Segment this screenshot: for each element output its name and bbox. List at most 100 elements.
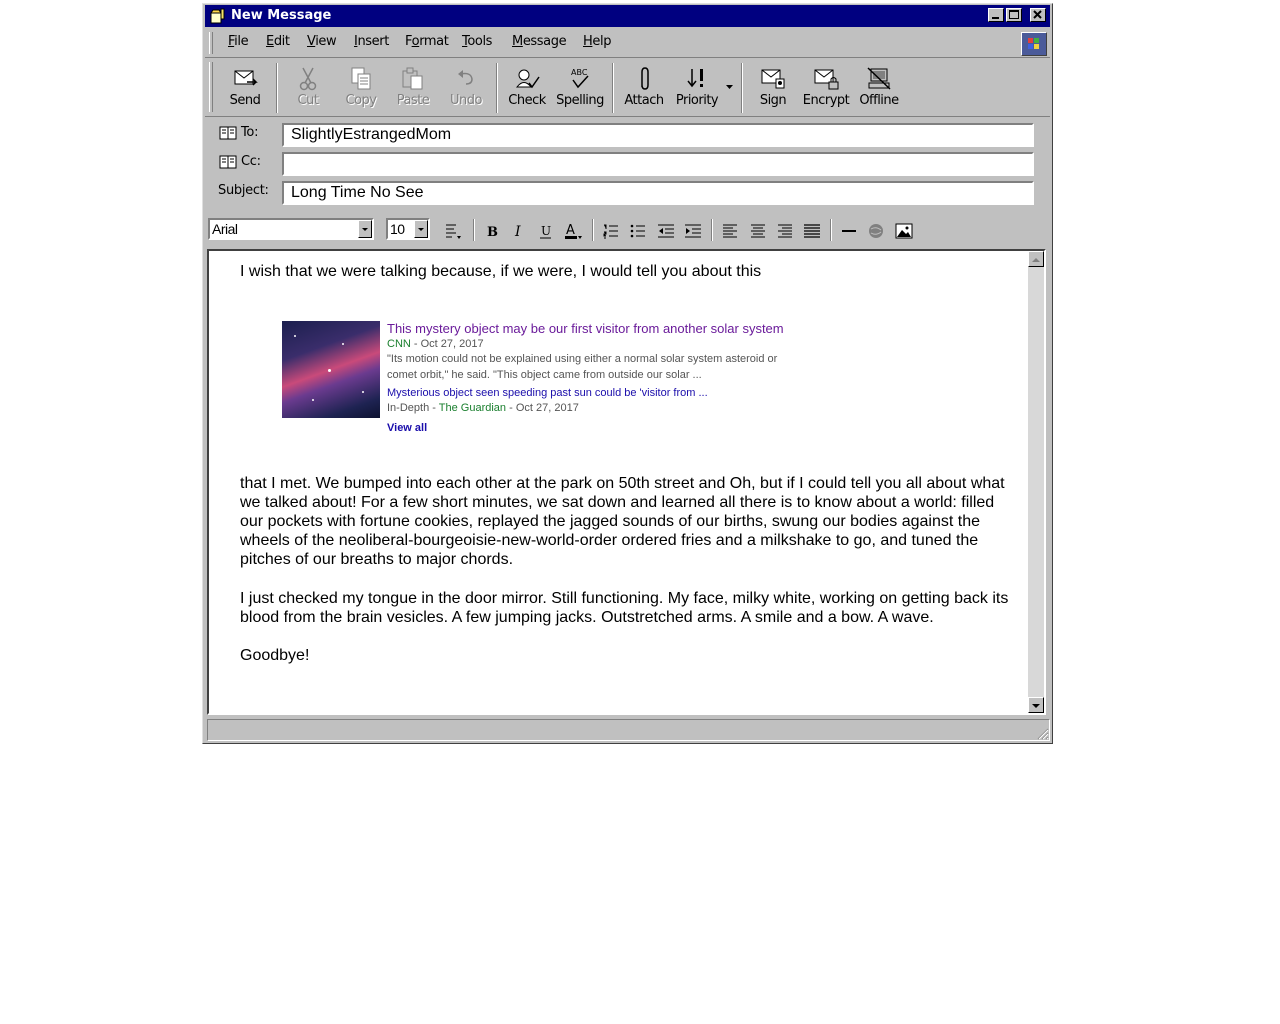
attach-button[interactable]: Attach: [619, 61, 669, 115]
windows-logo-icon: [1021, 32, 1047, 56]
font-size-dropdown-button[interactable]: [414, 220, 428, 238]
attach-label: Attach: [624, 93, 664, 108]
menu-message[interactable]: Message: [512, 34, 567, 50]
svg-text:I: I: [514, 224, 521, 240]
toolbar-separator: [496, 63, 498, 113]
paragraph-style-icon[interactable]: [443, 221, 463, 241]
send-button[interactable]: Send: [221, 61, 269, 115]
undo-button[interactable]: Undo: [441, 61, 491, 115]
maximize-icon: [1009, 10, 1019, 19]
numbered-list-icon[interactable]: [601, 221, 621, 241]
status-bar: [207, 719, 1050, 741]
font-color-icon[interactable]: A: [563, 221, 583, 241]
menu-tools[interactable]: Tools: [462, 34, 492, 50]
cc-label[interactable]: Cc:: [219, 154, 261, 169]
bullet-list-icon[interactable]: [628, 221, 648, 241]
address-book-icon: [219, 126, 237, 139]
increase-indent-icon[interactable]: [683, 221, 703, 241]
send-icon: [234, 70, 258, 86]
font-dropdown-button[interactable]: [358, 220, 372, 238]
close-button[interactable]: [1030, 8, 1046, 22]
paste-icon: [402, 67, 423, 90]
body-paragraph-3: I just checked my tongue in the door mir…: [240, 590, 1009, 626]
priority-icon: [687, 69, 703, 88]
check-names-button[interactable]: Check: [503, 61, 551, 115]
window-title: New Message: [231, 8, 332, 23]
decrease-indent-icon[interactable]: [656, 221, 676, 241]
cc-field[interactable]: [282, 152, 1034, 176]
font-size-select[interactable]: 10: [386, 218, 430, 240]
menu-file[interactable]: File: [228, 34, 249, 50]
news-related-link: Mysterious object seen speeding past sun…: [387, 387, 708, 399]
encrypt-button[interactable]: Encrypt: [801, 61, 851, 115]
chevron-down-icon: [1032, 704, 1040, 708]
resize-grip-icon[interactable]: [1035, 726, 1049, 740]
to-label[interactable]: To:: [219, 125, 258, 140]
menu-insert[interactable]: Insert: [354, 34, 389, 50]
title-bar: New Message: [205, 5, 1050, 27]
sign-button[interactable]: Sign: [749, 61, 797, 115]
encrypt-label: Encrypt: [802, 93, 850, 108]
copy-label: Copy: [345, 93, 377, 108]
minimize-button[interactable]: [988, 8, 1004, 22]
insert-hyperlink-icon[interactable]: [866, 221, 886, 241]
send-label: Send: [229, 93, 261, 108]
scroll-down-button[interactable]: [1028, 697, 1044, 713]
news-related-source: In-Depth - The Guardian - Oct 27, 2017: [387, 402, 579, 414]
align-center-icon[interactable]: [748, 221, 768, 241]
font-name-select[interactable]: Arial: [208, 218, 374, 240]
undo-icon: [458, 70, 473, 85]
offline-button[interactable]: Offline: [855, 61, 903, 115]
paste-button[interactable]: Paste: [388, 61, 438, 115]
bold-icon[interactable]: B: [482, 221, 502, 241]
to-field[interactable]: SlightlyEstrangedMom: [282, 123, 1034, 147]
align-right-icon[interactable]: [775, 221, 795, 241]
address-book-icon: [219, 155, 237, 168]
priority-dropdown-arrow-icon[interactable]: [726, 85, 734, 90]
sign-label: Sign: [759, 93, 787, 108]
menu-format[interactable]: Format: [405, 34, 449, 50]
copy-icon: [351, 67, 371, 90]
galaxy-thumbnail-image: [282, 321, 380, 418]
menu-edit[interactable]: Edit: [266, 34, 290, 50]
maximize-button[interactable]: [1006, 8, 1022, 22]
news-snippet-1: "Its motion could not be explained using…: [387, 353, 778, 365]
copy-button[interactable]: Copy: [336, 61, 386, 115]
subject-field[interactable]: Long Time No See: [282, 181, 1034, 205]
align-left-icon[interactable]: [720, 221, 740, 241]
close-icon: [1033, 10, 1042, 19]
italic-icon[interactable]: I: [509, 221, 529, 241]
toolbar-grip[interactable]: [209, 62, 213, 112]
check-names-icon: [515, 69, 540, 89]
digital-sign-icon: [761, 69, 785, 89]
spelling-icon: ABC: [571, 68, 589, 89]
chevron-down-icon: [418, 228, 424, 231]
horizontal-line-icon[interactable]: [839, 221, 859, 241]
underline-icon[interactable]: U: [536, 221, 556, 241]
news-headline: This mystery object may be our first vis…: [387, 321, 784, 336]
priority-button[interactable]: Priority: [671, 61, 723, 115]
insert-picture-icon[interactable]: [894, 221, 914, 241]
compose-message-icon: [210, 8, 225, 24]
paperclip-icon: [641, 67, 649, 90]
svg-text:B: B: [487, 225, 498, 240]
view-all-link: View all: [387, 422, 428, 434]
format-separator: [711, 219, 713, 241]
vertical-scrollbar[interactable]: [1028, 251, 1044, 713]
menubar-grip[interactable]: [209, 32, 213, 54]
justify-icon[interactable]: [802, 221, 822, 241]
menu-view[interactable]: View: [307, 34, 337, 50]
svg-text:U: U: [541, 224, 551, 238]
cut-button[interactable]: Cut: [285, 61, 331, 115]
scroll-up-button[interactable]: [1028, 251, 1044, 267]
news-source-line: CNN - Oct 27, 2017: [387, 338, 484, 350]
message-body[interactable]: I wish that we were talking because, if …: [207, 249, 1046, 715]
body-paragraph-2: that I met. We bumped into each other at…: [240, 475, 1005, 568]
toolbar-separator: [741, 63, 743, 113]
undo-label: Undo: [450, 93, 482, 108]
priority-label: Priority: [675, 93, 719, 108]
format-separator: [830, 219, 832, 241]
menu-help[interactable]: Help: [583, 34, 611, 50]
main-toolbar: Send Cut Copy Paste Undo Check ABC Spell…: [205, 59, 1050, 117]
spelling-button[interactable]: ABC Spelling: [553, 61, 607, 115]
